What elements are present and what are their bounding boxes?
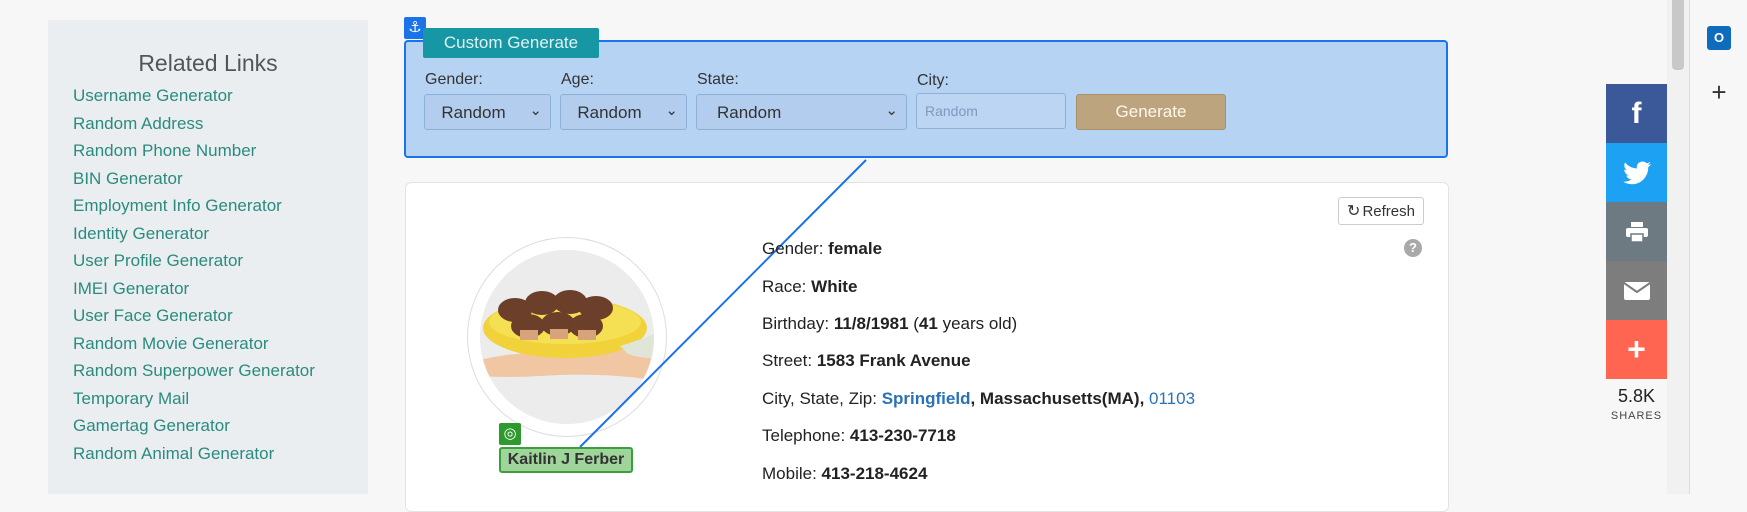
city-link[interactable]: Springfield [882, 389, 971, 408]
gender-row-label: Gender: [762, 239, 824, 258]
list-item: IMEI Generator [73, 279, 315, 307]
related-link[interactable]: Identity Generator [73, 224, 209, 243]
share-count: 5.8K [1617, 386, 1656, 406]
list-item: User Face Generator [73, 306, 315, 334]
list-item: Random Movie Generator [73, 334, 315, 362]
age-select[interactable]: Random ⌄ [560, 94, 687, 130]
telephone-row-label: Telephone: [762, 426, 846, 445]
avatar-photo [480, 250, 654, 424]
related-link[interactable]: Random Phone Number [73, 141, 256, 160]
print-icon [1625, 221, 1648, 243]
scrollbar[interactable] [1667, 0, 1689, 494]
state-select[interactable]: Random ⌄ [696, 94, 907, 130]
list-item: Identity Generator [73, 224, 315, 252]
birthday-row: Birthday: 11/8/1981 (41 years old) [762, 314, 1018, 333]
list-item: BIN Generator [73, 169, 315, 197]
list-item: Username Generator [73, 86, 315, 114]
related-link[interactable]: Random Superpower Generator [73, 361, 315, 380]
telephone-value: 413-230-7718 [849, 426, 956, 445]
zip-link[interactable]: 01103 [1149, 389, 1195, 408]
list-item: Gamertag Generator [73, 416, 315, 444]
custom-generate-tab[interactable]: Custom Generate [423, 28, 599, 58]
avatar [480, 250, 654, 424]
related-link[interactable]: Gamertag Generator [73, 416, 230, 435]
twitter-share-button[interactable] [1606, 143, 1667, 202]
gender-select[interactable]: Random ⌄ [424, 94, 551, 130]
list-item: Employment Info Generator [73, 196, 315, 224]
plus-icon: + [1627, 331, 1646, 367]
street-row: Street: 1583 Frank Avenue [762, 351, 971, 371]
refresh-icon: ↻ [1347, 203, 1361, 220]
refresh-label: Refresh [1362, 203, 1415, 220]
street-row-label: Street: [762, 351, 813, 370]
gender-select-value: Random [441, 103, 506, 122]
related-link[interactable]: Random Animal Generator [73, 444, 274, 463]
chevron-down-icon: ⌄ [665, 102, 678, 119]
related-links-list: Username Generator Random Address Random… [73, 86, 315, 471]
list-item: Random Superpower Generator [73, 361, 315, 389]
list-item: Random Animal Generator [73, 444, 315, 472]
mobile-row-label: Mobile: [762, 464, 817, 483]
age-value: 41 [918, 314, 938, 333]
state-label: State: [697, 71, 739, 88]
outlook-icon[interactable]: O [1707, 26, 1731, 50]
share-label: SHARES [1610, 410, 1663, 422]
related-link[interactable]: Temporary Mail [73, 389, 189, 408]
birthday-row-label: Birthday: [762, 314, 830, 333]
more-share-button[interactable]: + [1606, 320, 1667, 379]
related-link[interactable]: Random Movie Generator [73, 334, 269, 353]
email-icon [1622, 281, 1651, 300]
browser-side-rail [1689, 0, 1747, 494]
related-link[interactable]: Random Address [73, 114, 203, 133]
list-item: Random Address [73, 114, 315, 142]
twitter-icon [1622, 160, 1651, 184]
state-select-value: Random [717, 103, 782, 122]
race-value: White [811, 277, 858, 296]
state-value: , Massachusetts(MA), [970, 389, 1145, 408]
gender-row: Gender: female [762, 239, 882, 259]
chevron-down-icon: ⌄ [885, 102, 898, 119]
list-item: Temporary Mail [73, 389, 315, 417]
email-share-button[interactable] [1606, 261, 1667, 320]
related-link[interactable]: Employment Info Generator [73, 196, 282, 215]
facebook-icon: f [1631, 96, 1642, 130]
generate-button[interactable]: Generate [1076, 94, 1226, 130]
related-link[interactable]: Username Generator [73, 86, 233, 105]
chevron-down-icon: ⌄ [529, 102, 542, 119]
sidebar-title: Related Links [138, 50, 278, 76]
telephone-row: Telephone: 413-230-7718 [762, 426, 956, 446]
city-row-label: City, State, Zip: [762, 389, 877, 408]
city-state-zip-row: City, State, Zip: Springfield, Massachus… [762, 389, 1195, 409]
print-share-button[interactable] [1606, 202, 1667, 261]
list-item: Random Phone Number [73, 141, 315, 169]
related-link[interactable]: User Face Generator [73, 306, 233, 325]
related-link[interactable]: User Profile Generator [73, 251, 243, 270]
gender-label: Gender: [425, 71, 483, 88]
person-name: Kaitlin J Ferber [499, 447, 633, 473]
related-link[interactable]: IMEI Generator [73, 279, 189, 298]
age-suffix: years old) [942, 314, 1018, 333]
scrollbar-thumb[interactable] [1672, 0, 1684, 70]
race-row: Race: White [762, 277, 857, 297]
list-item: User Profile Generator [73, 251, 315, 279]
refresh-button[interactable]: ↻ Refresh [1338, 197, 1424, 225]
related-links-sidebar: Related Links Username Generator Random … [48, 20, 368, 494]
gender-value: female [828, 239, 883, 258]
add-icon[interactable]: + [1707, 79, 1731, 105]
birthday-value: 11/8/1981 [833, 314, 909, 333]
street-value: 1583 Frank Avenue [816, 351, 971, 370]
age-label: Age: [561, 71, 594, 88]
target-icon: ◎ [499, 423, 521, 445]
facebook-share-button[interactable]: f [1606, 84, 1667, 143]
mobile-value: 413-218-4624 [821, 464, 928, 483]
race-row-label: Race: [762, 277, 807, 296]
city-input[interactable]: Random [916, 93, 1066, 129]
age-select-value: Random [577, 103, 642, 122]
mobile-row: Mobile: 413-218-4624 [762, 464, 927, 484]
help-icon[interactable]: ? [1404, 239, 1422, 257]
city-label: City: [917, 72, 949, 89]
related-link[interactable]: BIN Generator [73, 169, 183, 188]
